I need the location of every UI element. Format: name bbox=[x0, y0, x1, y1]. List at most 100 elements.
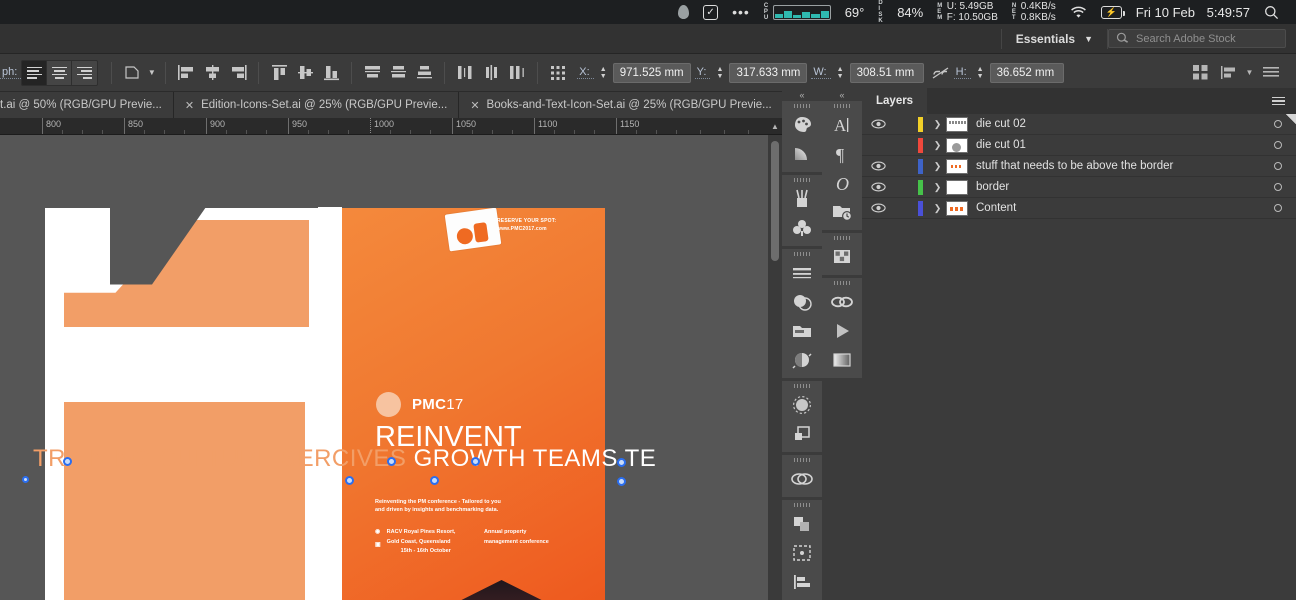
drag-handle[interactable] bbox=[782, 500, 822, 509]
close-icon[interactable]: ✕ bbox=[470, 99, 479, 112]
anchor-point[interactable] bbox=[617, 458, 626, 467]
close-icon[interactable]: ✕ bbox=[185, 99, 194, 112]
align-chevron-icon[interactable]: ▼ bbox=[1243, 60, 1256, 86]
anchor-point[interactable] bbox=[617, 477, 626, 486]
chevron-right-icon[interactable]: ❯ bbox=[929, 119, 946, 130]
chevron-down-icon[interactable]: ▼ bbox=[145, 60, 158, 86]
transform-panel-icon[interactable] bbox=[782, 419, 822, 448]
chevron-right-icon[interactable]: ❯ bbox=[929, 140, 946, 151]
paragraph-icon[interactable]: ¶ bbox=[822, 139, 862, 168]
anchor-point[interactable] bbox=[387, 457, 396, 466]
h-input[interactable]: 36.652 mm bbox=[989, 62, 1064, 83]
spotlight-search-icon[interactable] bbox=[1257, 0, 1286, 24]
recent-files-icon[interactable] bbox=[822, 197, 862, 226]
checkmark-box-icon[interactable]: ✓ bbox=[696, 0, 725, 24]
target-circle-icon[interactable] bbox=[1260, 141, 1296, 149]
layer-name[interactable]: stuff that needs to be above the border bbox=[976, 160, 1260, 172]
color-swatches-icon[interactable] bbox=[782, 110, 822, 139]
visibility-eye-icon[interactable] bbox=[862, 161, 894, 171]
selected-text-object[interactable]: TRAINING CULTURE SERCIVES GROWTH TEAMS T… bbox=[33, 445, 656, 473]
target-circle-icon[interactable] bbox=[1260, 183, 1296, 191]
brushes-icon[interactable] bbox=[782, 184, 822, 213]
chevron-right-icon[interactable]: ❯ bbox=[929, 203, 946, 214]
x-stepper[interactable]: ▲ ▼ bbox=[597, 63, 610, 83]
vertical-align-middle-icon[interactable] bbox=[292, 60, 318, 86]
poster-artwork[interactable]: RESERVE YOUR SPOT: www.PMC2017.com PMC17… bbox=[342, 208, 605, 600]
document-setup-icon[interactable] bbox=[1258, 60, 1284, 86]
x-input[interactable]: 971.525 mm bbox=[612, 62, 691, 83]
horizontal-align-center-icon[interactable] bbox=[199, 60, 225, 86]
character-icon[interactable]: A bbox=[822, 110, 862, 139]
y-stepper[interactable]: ▲ ▼ bbox=[713, 63, 726, 83]
layer-row[interactable]: ❯ border bbox=[862, 177, 1296, 198]
battery-charging-icon[interactable]: ⚡ bbox=[1094, 0, 1129, 24]
visibility-eye-icon[interactable] bbox=[862, 119, 894, 129]
pattern-options-icon[interactable] bbox=[782, 390, 822, 419]
align-panel-icon[interactable] bbox=[782, 509, 822, 538]
layer-row[interactable]: ❯ Content bbox=[862, 198, 1296, 219]
distribute-left-icon[interactable] bbox=[452, 60, 478, 86]
distribute-center-icon[interactable] bbox=[385, 60, 411, 86]
light-orange-panel[interactable] bbox=[64, 402, 305, 600]
search-input[interactable]: Search Adobe Stock bbox=[1136, 33, 1236, 45]
document-tab[interactable]: t.ai @ 50% (RGB/GPU Previe... bbox=[0, 92, 174, 118]
document-tab[interactable]: ✕ Books-and-Text-Icon-Set.ai @ 25% (RGB/… bbox=[459, 92, 784, 118]
panel-resize-corner[interactable] bbox=[1286, 114, 1296, 124]
pathfinder-icon[interactable] bbox=[782, 464, 822, 493]
horizontal-align-right-icon[interactable] bbox=[225, 60, 251, 86]
tab-layers[interactable]: Layers bbox=[862, 88, 928, 114]
transform-shape-icon[interactable] bbox=[119, 60, 145, 86]
align-center-icon[interactable] bbox=[47, 60, 73, 85]
collapse-dock-icon[interactable]: « bbox=[822, 88, 862, 101]
ellipsis-icon[interactable]: ••• bbox=[725, 0, 757, 24]
swatches-grid-icon[interactable] bbox=[822, 242, 862, 271]
drag-handle[interactable] bbox=[782, 249, 822, 258]
w-stepper[interactable]: ▲ ▼ bbox=[834, 63, 847, 83]
drag-handle[interactable] bbox=[782, 381, 822, 390]
document-tab[interactable]: ✕ Edition-Icons-Set.ai @ 25% (RGB/GPU Pr… bbox=[173, 92, 460, 118]
vertical-scrollbar[interactable] bbox=[768, 135, 782, 600]
distribute-center-h-icon[interactable] bbox=[478, 60, 504, 86]
disk-monitor[interactable]: DISK bbox=[871, 0, 890, 24]
cpu-monitor[interactable]: CPU bbox=[757, 0, 838, 24]
visibility-eye-icon[interactable] bbox=[862, 182, 894, 192]
arrange-icon[interactable] bbox=[1187, 60, 1213, 86]
gradient-panel-icon[interactable] bbox=[822, 345, 862, 374]
disk-percent[interactable]: 84% bbox=[890, 0, 930, 24]
horizontal-ruler[interactable]: 800 850 900 950 1000 1050 1100 1150 ▲ bbox=[0, 118, 782, 135]
stroke-icon[interactable] bbox=[782, 258, 822, 287]
drag-handle[interactable] bbox=[782, 101, 822, 110]
layer-row[interactable]: ❯ die cut 02 bbox=[862, 114, 1296, 135]
unlink-proportions-icon[interactable] bbox=[928, 60, 954, 86]
anchor-point[interactable] bbox=[63, 457, 72, 466]
target-circle-icon[interactable] bbox=[1260, 162, 1296, 170]
drag-handle[interactable] bbox=[822, 101, 862, 110]
appearance-icon[interactable] bbox=[782, 345, 822, 374]
symbols-icon[interactable] bbox=[782, 213, 822, 242]
y-input[interactable]: 317.633 mm bbox=[729, 62, 808, 83]
align-right-icon[interactable] bbox=[72, 60, 98, 85]
wifi-icon[interactable] bbox=[1063, 0, 1094, 24]
vertical-align-bottom-icon[interactable] bbox=[318, 60, 344, 86]
distribute-bottom-icon[interactable] bbox=[411, 60, 437, 86]
drag-handle[interactable] bbox=[822, 233, 862, 242]
reference-point-icon[interactable] bbox=[545, 60, 571, 86]
adobe-stock-search[interactable]: Search Adobe Stock bbox=[1108, 29, 1286, 48]
align-to-icon[interactable] bbox=[1215, 60, 1241, 86]
glyphs-icon[interactable]: O bbox=[822, 168, 862, 197]
transparency-icon[interactable] bbox=[782, 287, 822, 316]
layer-row[interactable]: ❯ die cut 01 bbox=[862, 135, 1296, 156]
chevron-right-icon[interactable]: ❯ bbox=[929, 161, 946, 172]
layers-folder-icon[interactable] bbox=[782, 316, 822, 345]
temperature-readout[interactable]: 69° bbox=[838, 0, 872, 24]
layer-name[interactable]: die cut 01 bbox=[976, 139, 1260, 151]
layer-name[interactable]: border bbox=[976, 181, 1260, 193]
collapse-dock-icon[interactable]: « bbox=[782, 88, 822, 101]
drag-handle[interactable] bbox=[822, 278, 862, 287]
drag-handle[interactable] bbox=[782, 175, 822, 184]
layer-name[interactable]: die cut 02 bbox=[976, 118, 1260, 130]
drag-handle[interactable] bbox=[782, 455, 822, 464]
w-input[interactable]: 308.51 mm bbox=[849, 62, 924, 83]
actions-play-icon[interactable] bbox=[822, 316, 862, 345]
artboard-canvas[interactable]: RESERVE YOUR SPOT: www.PMC2017.com PMC17… bbox=[0, 135, 768, 600]
